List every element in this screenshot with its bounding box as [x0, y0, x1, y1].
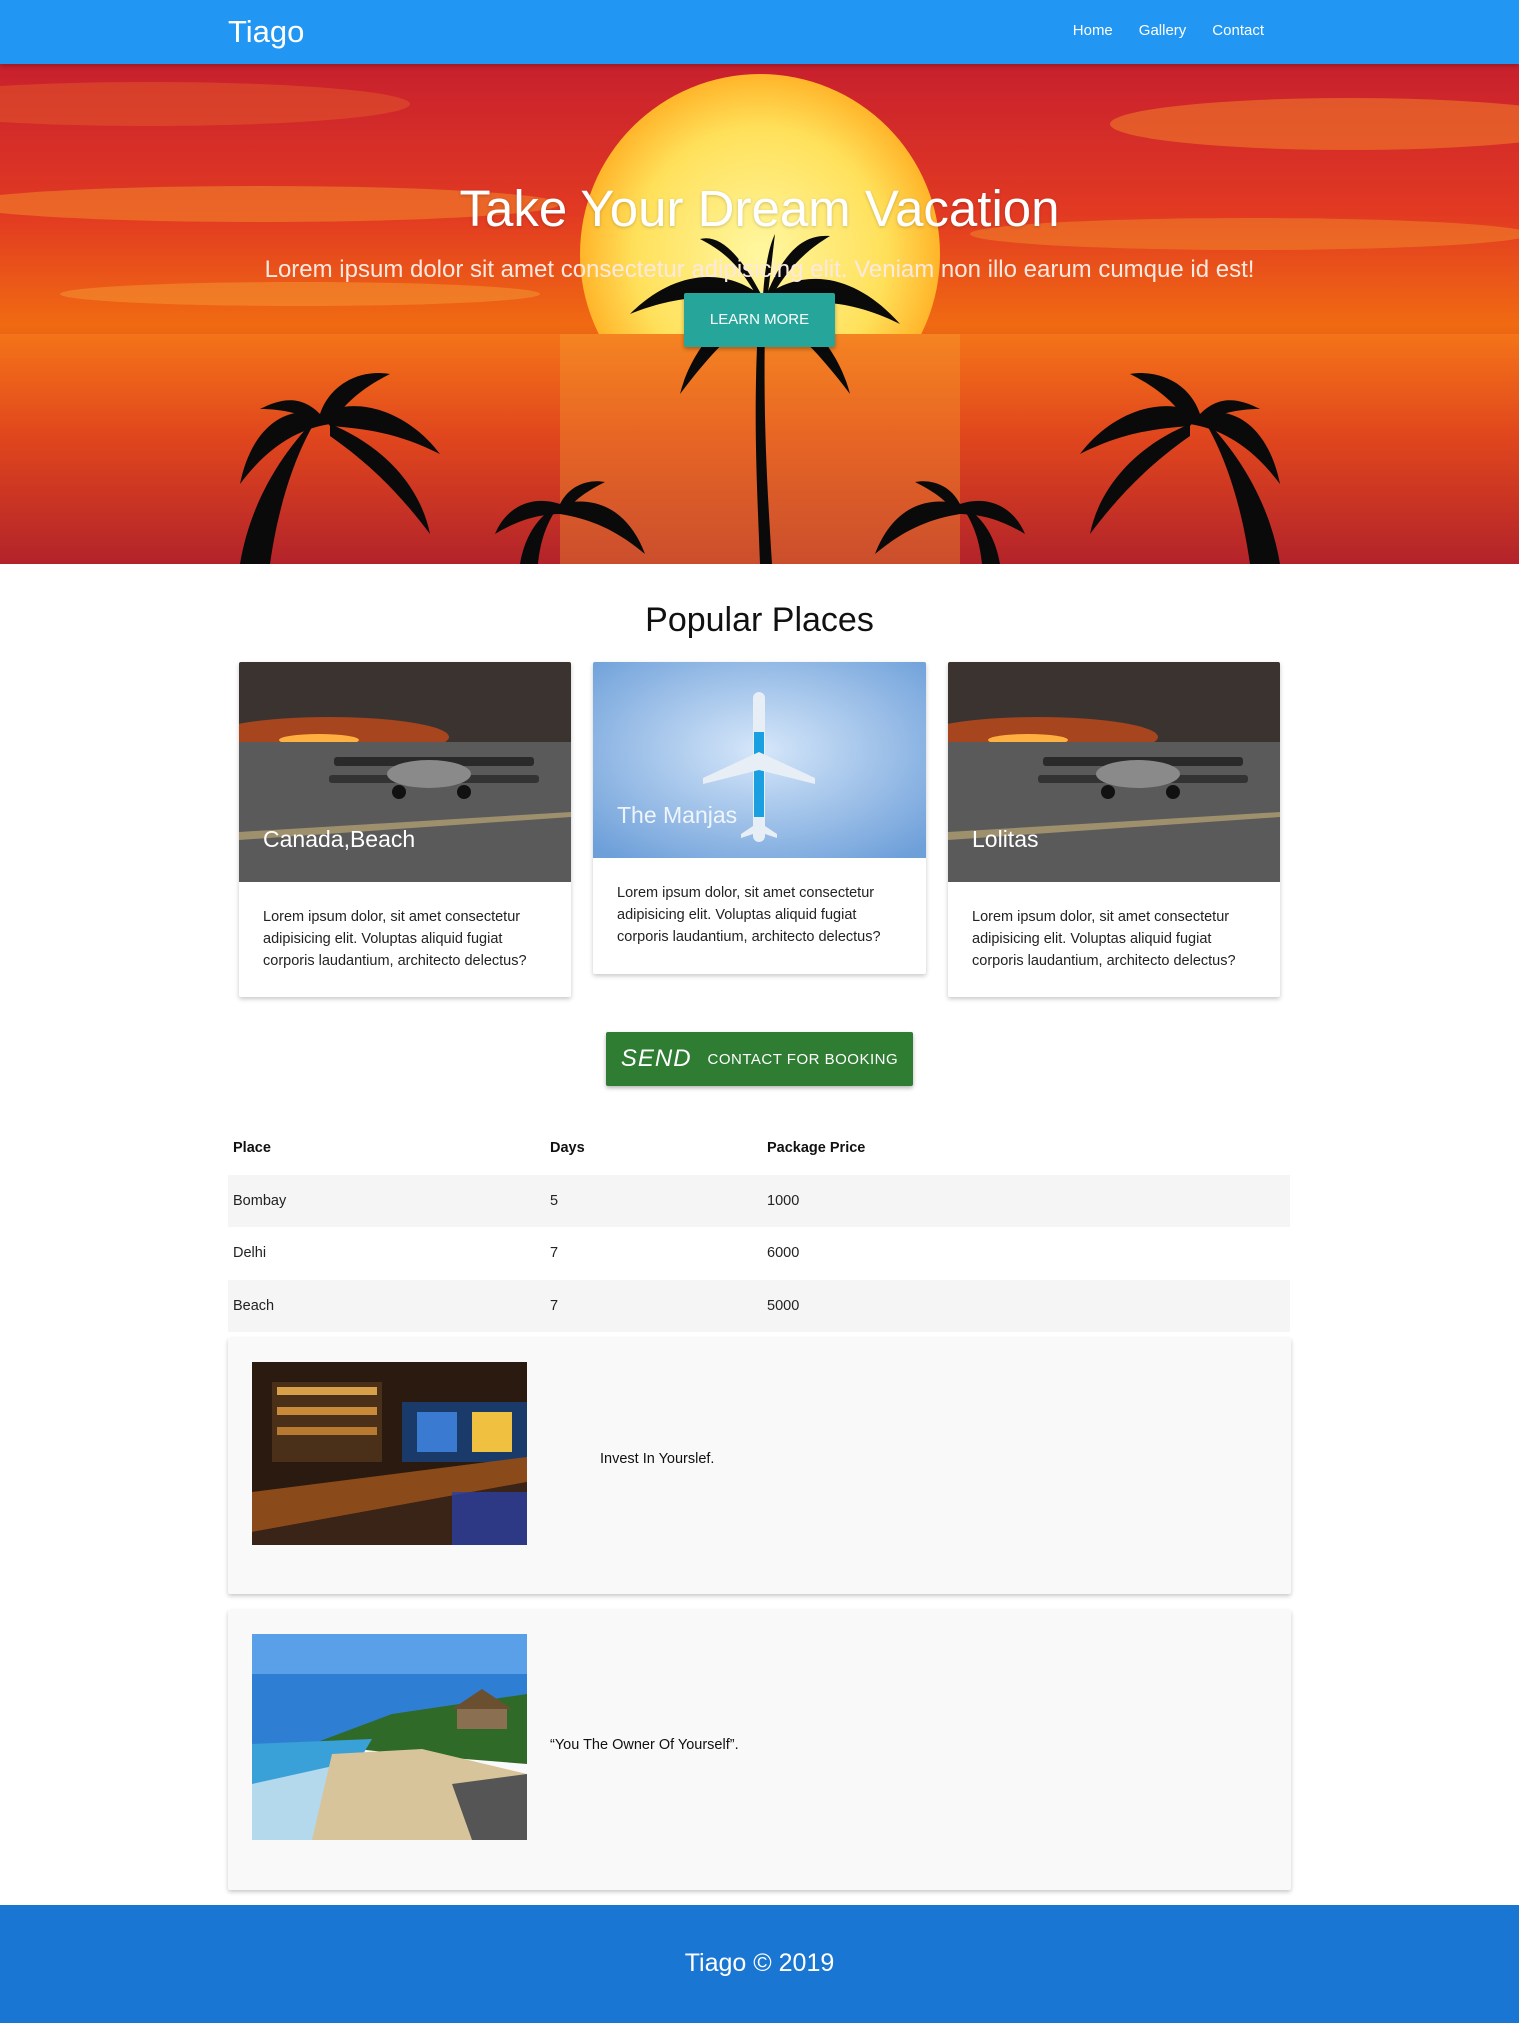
card-title: Lolitas [972, 826, 1039, 852]
place-card[interactable]: Canada,Beach Lorem ipsum dolor, sit amet… [239, 662, 571, 997]
contact-booking-label: CONTACT FOR BOOKING [707, 1050, 899, 1068]
section-title: Popular Places [645, 601, 874, 639]
table-row: Bombay 5 1000 [228, 1174, 1290, 1227]
card-text: Lorem ipsum dolor, sit amet consectetur … [617, 885, 881, 945]
price-table: Place Days Package Price Bombay 5 1000 D… [228, 1122, 1290, 1332]
nav-home-link[interactable]: Home [1060, 22, 1126, 39]
hero-subtitle: Lorem ipsum dolor sit amet consectetur a… [264, 256, 1255, 283]
nav-links: Home Gallery Contact [1060, 22, 1277, 39]
card-title: The Manjas [617, 802, 738, 828]
header-days: Days [550, 1140, 585, 1156]
navbar: Tiago Home Gallery Contact [0, 0, 1519, 64]
cell-days: 7 [550, 1297, 559, 1314]
cell-days: 5 [550, 1192, 559, 1209]
card-title: Canada,Beach [263, 826, 416, 852]
header-place: Place [233, 1140, 271, 1156]
cell-place: Bombay [233, 1192, 287, 1209]
card-image: Lolitas [948, 662, 1280, 882]
footer-copyright: Tiago © 2019 [684, 1949, 835, 1977]
brand-logo[interactable]: Tiago [228, 14, 304, 50]
cell-price: 1000 [767, 1192, 800, 1209]
feature-panel: Invest In Yourslef. [228, 1338, 1291, 1594]
panel-image [252, 1362, 527, 1545]
footer: Tiago © 2019 [0, 1905, 1519, 2023]
table-row: Delhi 7 6000 [228, 1227, 1290, 1280]
nav-contact-link[interactable]: Contact [1199, 22, 1277, 39]
table-row: Beach 7 5000 [228, 1279, 1290, 1332]
card-image: The Manjas [593, 662, 926, 858]
panel-text: Invest In Yourslef. [600, 1451, 715, 1467]
cell-place: Delhi [233, 1245, 267, 1261]
card-text: Lorem ipsum dolor, sit amet consectetur … [263, 909, 527, 969]
place-card[interactable]: Lolitas Lorem ipsum dolor, sit amet cons… [948, 662, 1280, 997]
feature-panel: “You The Owner Of Yourself”. [228, 1610, 1291, 1890]
place-card[interactable]: The Manjas Lorem ipsum dolor, sit amet c… [593, 662, 926, 974]
bar-interior-image [252, 1362, 527, 1545]
learn-more-button[interactable]: LEARN MORE [684, 293, 835, 347]
cell-price: 6000 [767, 1245, 800, 1261]
nav-gallery-link[interactable]: Gallery [1126, 22, 1200, 39]
cell-days: 7 [550, 1245, 559, 1261]
contact-booking-button[interactable]: SEND CONTACT FOR BOOKING [606, 1032, 913, 1086]
hero-title: Take Your Dream Vacation [459, 180, 1060, 237]
cell-place: Beach [233, 1297, 275, 1314]
send-icon: SEND [620, 1045, 692, 1072]
panel-image [252, 1634, 527, 1840]
hero-banner: Take Your Dream Vacation Lorem ipsum dol… [0, 64, 1519, 564]
card-text: Lorem ipsum dolor, sit amet consectetur … [972, 909, 1236, 969]
panel-text: “You The Owner Of Yourself”. [550, 1737, 739, 1753]
card-image: Canada,Beach [239, 662, 571, 882]
header-price: Package Price [767, 1140, 866, 1156]
table-header: Place Days Package Price [228, 1122, 1290, 1175]
beach-image [252, 1634, 527, 1840]
cell-price: 5000 [767, 1297, 800, 1314]
